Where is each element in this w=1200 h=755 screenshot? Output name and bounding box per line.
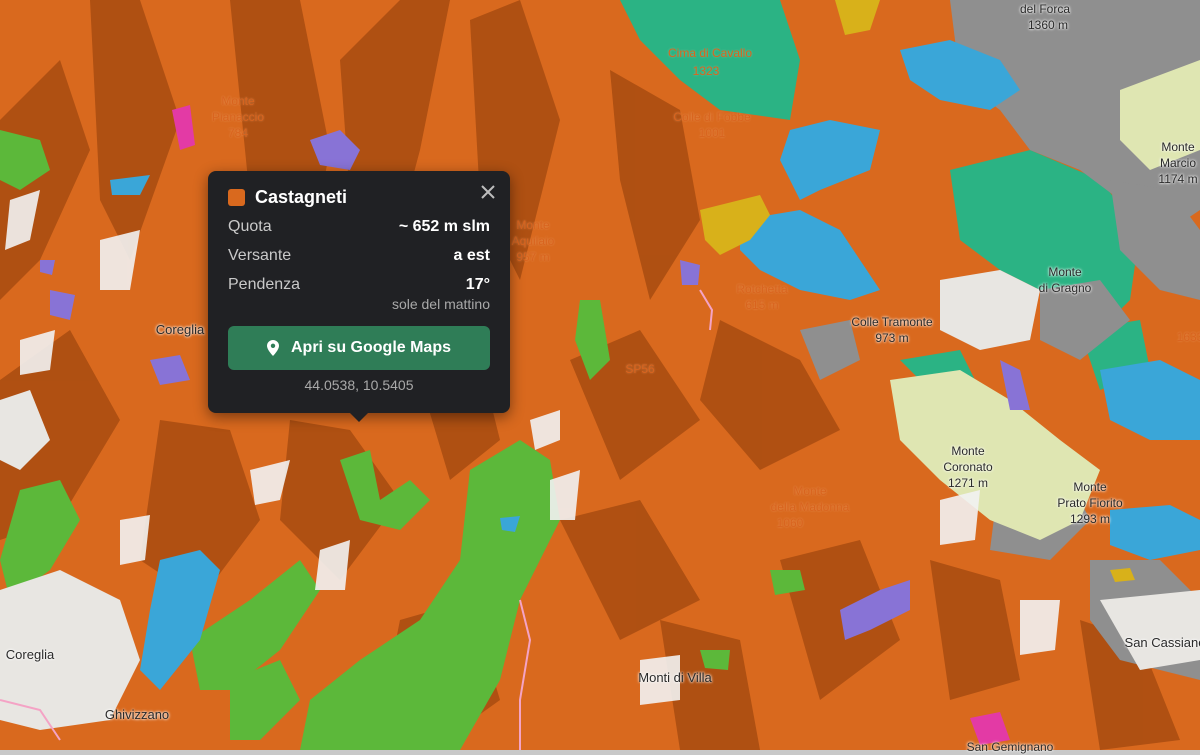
open-google-maps-button[interactable]: Apri su Google Maps — [228, 326, 490, 370]
map-label: 1271 m — [947, 476, 989, 490]
map-label: SP56 — [625, 362, 655, 376]
map-label: Rotchetta — [736, 282, 788, 296]
map-label: Ghivizzano — [104, 707, 170, 722]
coordinates: 44.0538, 10.5405 — [304, 377, 414, 393]
row-value: ~ 652 m slm — [398, 218, 490, 235]
map-label: 615 m — [745, 298, 779, 312]
map-pin-icon — [266, 340, 279, 356]
map-label: San Gemignano — [966, 740, 1054, 754]
row-versante: Versante a est — [228, 247, 490, 270]
row-value: a est — [453, 247, 490, 264]
map-label: 957 m — [516, 250, 550, 264]
map-label: Cima di Cavallo — [667, 46, 753, 60]
map-label: 784 — [227, 126, 249, 140]
map-label: Monte — [516, 218, 550, 232]
map-label: del Forca — [1019, 2, 1071, 16]
map-label: San Cassiano — [1124, 635, 1200, 650]
map-label: della Madonna — [770, 500, 850, 514]
map-label: Monte — [793, 484, 827, 498]
map-label: 1323 — [692, 64, 720, 78]
map-label: Coreglia — [5, 647, 55, 662]
map-label: Monte — [1161, 140, 1195, 154]
map-label: 1174 m — [1158, 172, 1198, 186]
map-label: 973 m — [875, 331, 909, 345]
map-label: Monte — [951, 444, 985, 458]
map-label: Colle di Fobbe — [673, 110, 751, 124]
row-label: Pendenza — [228, 276, 301, 293]
close-icon[interactable] — [478, 183, 498, 203]
popup-title: Castagneti — [255, 186, 348, 207]
map-label: 1633 — [1176, 330, 1200, 344]
map-label: Coreglia — [155, 322, 205, 337]
map-label: Monte — [221, 94, 255, 108]
map-label: Monte — [1048, 265, 1082, 279]
info-popup: Castagneti Quota ~ 652 m slm Versante a … — [208, 171, 510, 422]
map-label: 1060 — [776, 516, 804, 530]
map-label: Aquilaio — [511, 234, 555, 248]
exposure-note: sole del mattino — [391, 296, 490, 312]
map-label: Colle Tramonte — [851, 315, 933, 329]
map-label: Coronato — [943, 460, 993, 474]
row-label: Quota — [228, 218, 272, 235]
terrain-map[interactable] — [0, 0, 1200, 755]
map-label: 1293 m — [1069, 512, 1111, 526]
map-label: di Gragno — [1038, 281, 1092, 295]
category-swatch — [228, 188, 245, 206]
map-label: 1001 — [698, 126, 726, 140]
map-label: Monti di Villa — [638, 670, 712, 685]
map-layer[interactable] — [0, 0, 1200, 755]
row-value: 17° — [465, 276, 490, 293]
map-label: 1360 m — [1027, 18, 1069, 32]
map-label: Prato Fiorito — [1057, 496, 1123, 510]
popup-header: Castagneti — [228, 185, 490, 209]
map-label: Marcio — [1159, 156, 1197, 170]
map-label: Monte — [1073, 480, 1107, 494]
button-label: Apri su Google Maps — [290, 339, 451, 356]
row-label: Versante — [228, 247, 292, 264]
row-quota: Quota ~ 652 m slm — [228, 218, 490, 241]
map-label: Pianaccio — [211, 110, 265, 124]
